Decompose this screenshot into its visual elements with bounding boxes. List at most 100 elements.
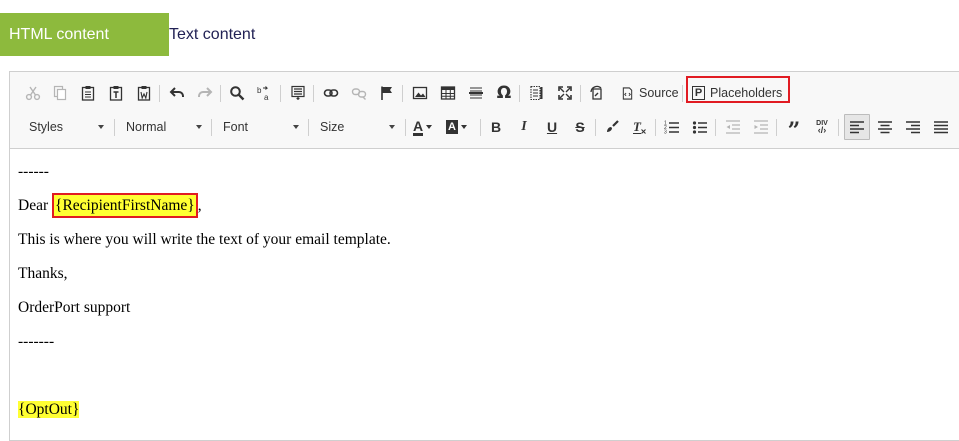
- format-dropdown[interactable]: Normal: [118, 116, 206, 138]
- toolbar-separator: [595, 119, 596, 136]
- increase-indent-button[interactable]: [750, 116, 772, 138]
- anchor-button[interactable]: [376, 82, 398, 104]
- maximize-icon: [558, 86, 572, 100]
- search-icon: [230, 86, 245, 101]
- size-dropdown-label: Size: [320, 120, 345, 134]
- greeting-line: Dear {RecipientFirstName},: [18, 193, 202, 218]
- bold-button[interactable]: B: [485, 116, 507, 138]
- signature-text: OrderPort support: [18, 299, 131, 316]
- align-right-button[interactable]: [902, 116, 924, 138]
- strikethrough-button[interactable]: S: [569, 116, 591, 138]
- text-color-icon: A: [413, 117, 424, 136]
- text-color-button[interactable]: A: [413, 116, 441, 138]
- paste-button[interactable]: [77, 82, 99, 104]
- thanks-text: Thanks,: [18, 265, 68, 282]
- outdent-icon: [726, 120, 740, 134]
- toolbar-separator: [313, 85, 314, 102]
- indent-icon: [754, 120, 768, 134]
- align-right-icon: [906, 121, 920, 134]
- svg-text:b: b: [257, 86, 262, 95]
- redo-button[interactable]: [194, 82, 216, 104]
- align-justify-icon: [934, 121, 948, 134]
- placeholders-callout-box: [686, 76, 790, 103]
- horizontal-line-button[interactable]: [465, 82, 487, 104]
- bold-icon: B: [490, 119, 502, 135]
- unlink-button[interactable]: [348, 82, 370, 104]
- recipient-first-name-placeholder[interactable]: {RecipientFirstName}: [52, 193, 198, 218]
- show-blocks-button[interactable]: [526, 82, 548, 104]
- size-dropdown[interactable]: Size: [311, 116, 399, 138]
- div-icon-brackets: ‹/›: [817, 125, 827, 135]
- unlink-icon: [351, 88, 367, 100]
- rich-text-editor: ba Ω Source P Placeholders Styles Normal…: [9, 71, 959, 441]
- toolbar-separator: [280, 85, 281, 102]
- chevron-down-icon: [293, 125, 299, 129]
- bulleted-list-button[interactable]: [689, 116, 711, 138]
- svg-text:a: a: [264, 93, 269, 101]
- source-button[interactable]: Source: [620, 82, 679, 104]
- justify-button[interactable]: [930, 116, 952, 138]
- replace-button[interactable]: ba: [254, 82, 276, 104]
- tab-html-content[interactable]: HTML content: [0, 13, 169, 56]
- copy-formatting-button[interactable]: [601, 116, 623, 138]
- chevron-down-icon: [196, 125, 202, 129]
- tab-text-content[interactable]: Text content: [169, 13, 255, 56]
- toolbar-separator: [519, 85, 520, 102]
- chevron-down-icon: [426, 125, 433, 129]
- optout-placeholder[interactable]: {OptOut}: [18, 401, 80, 418]
- scissors-icon: [25, 86, 41, 101]
- find-button[interactable]: [226, 82, 248, 104]
- undo-icon: [169, 87, 184, 97]
- underline-icon: U: [546, 119, 558, 135]
- chevron-down-icon: [460, 125, 467, 129]
- numbered-list-button[interactable]: 123: [661, 116, 683, 138]
- cut-button[interactable]: [22, 82, 44, 104]
- align-left-button[interactable]: [844, 114, 870, 140]
- bulleted-list-icon: [692, 121, 707, 134]
- toolbar-separator: [480, 119, 481, 136]
- table-button[interactable]: [437, 82, 459, 104]
- toolbar-separator: [402, 85, 403, 102]
- paste-text-icon: [109, 86, 123, 101]
- image-button[interactable]: [409, 82, 431, 104]
- optout-line: {OptOut}: [18, 401, 80, 419]
- editor-content-area[interactable]: ------ Dear {RecipientFirstName}, This i…: [10, 149, 959, 440]
- blockquote-button[interactable]: ”: [783, 116, 805, 142]
- maximize-button[interactable]: [554, 82, 576, 104]
- paste-word-button[interactable]: [133, 82, 155, 104]
- select-all-icon: [291, 85, 305, 100]
- table-icon: [440, 86, 456, 100]
- align-center-button[interactable]: [874, 116, 896, 138]
- chevron-down-icon: [389, 125, 395, 129]
- horizontal-line-icon: [469, 87, 483, 99]
- toolbar-separator: [838, 119, 839, 136]
- create-div-button[interactable]: DIV ‹/›: [811, 116, 833, 138]
- special-char-button[interactable]: Ω: [493, 82, 515, 104]
- format-dropdown-label: Normal: [126, 120, 167, 134]
- paste-text-button[interactable]: [105, 82, 127, 104]
- background-color-button[interactable]: A: [446, 116, 474, 138]
- paste-word-icon: [137, 86, 151, 101]
- toolbar-separator: [776, 119, 777, 136]
- remove-format-button[interactable]: T: [629, 116, 651, 138]
- font-dropdown-label: Font: [223, 120, 249, 134]
- font-dropdown[interactable]: Font: [215, 116, 303, 138]
- select-all-button[interactable]: [287, 82, 309, 104]
- italic-button[interactable]: I: [513, 116, 535, 138]
- link-button[interactable]: [320, 82, 342, 104]
- decrease-indent-button[interactable]: [722, 116, 744, 138]
- italic-icon: I: [521, 119, 527, 134]
- numbered-list-icon: 123: [664, 121, 679, 135]
- paintbrush-icon: [607, 120, 619, 132]
- editor-toolbar: ba Ω Source P Placeholders Styles Normal…: [10, 72, 959, 149]
- link-icon: [323, 89, 339, 97]
- body-text: This is where you will write the text of…: [18, 231, 391, 248]
- toolbar-row-2: Styles Normal Font Size A A B I U S T 1 …: [10, 112, 959, 142]
- undo-button[interactable]: [166, 82, 188, 104]
- templates-button[interactable]: [586, 82, 608, 104]
- underline-button[interactable]: U: [541, 116, 563, 138]
- copy-button[interactable]: [49, 82, 71, 104]
- image-icon: [412, 86, 428, 100]
- replace-icon: ba: [257, 86, 269, 101]
- styles-dropdown[interactable]: Styles: [20, 116, 108, 138]
